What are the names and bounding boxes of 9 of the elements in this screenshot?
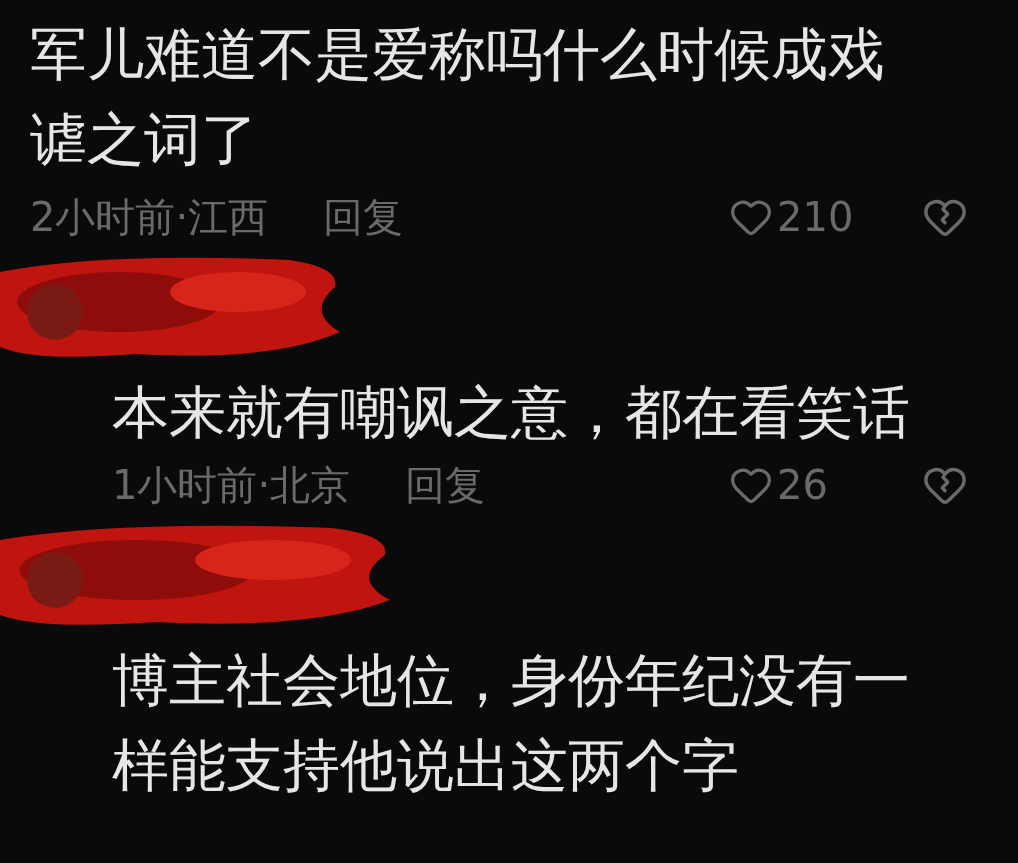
reply-text: 本来就有嘲讽之意，都在看笑话 xyxy=(112,378,911,447)
timestamp-location: 1小时前·北京 xyxy=(112,461,351,510)
timestamp-location: 2小时前·江西 xyxy=(30,193,269,242)
reply-text: 博主社会地位，身份年纪没有一样能支持他说出这两个字 xyxy=(112,646,911,800)
like-count: 26 xyxy=(777,461,829,510)
comment-text: 军儿难道不是爱称吗什么时候成戏谑之词了 xyxy=(30,20,886,174)
reply-link[interactable]: 回复 xyxy=(405,455,486,515)
reply-link[interactable]: 回复 xyxy=(323,187,404,247)
like-count: 210 xyxy=(777,193,855,242)
